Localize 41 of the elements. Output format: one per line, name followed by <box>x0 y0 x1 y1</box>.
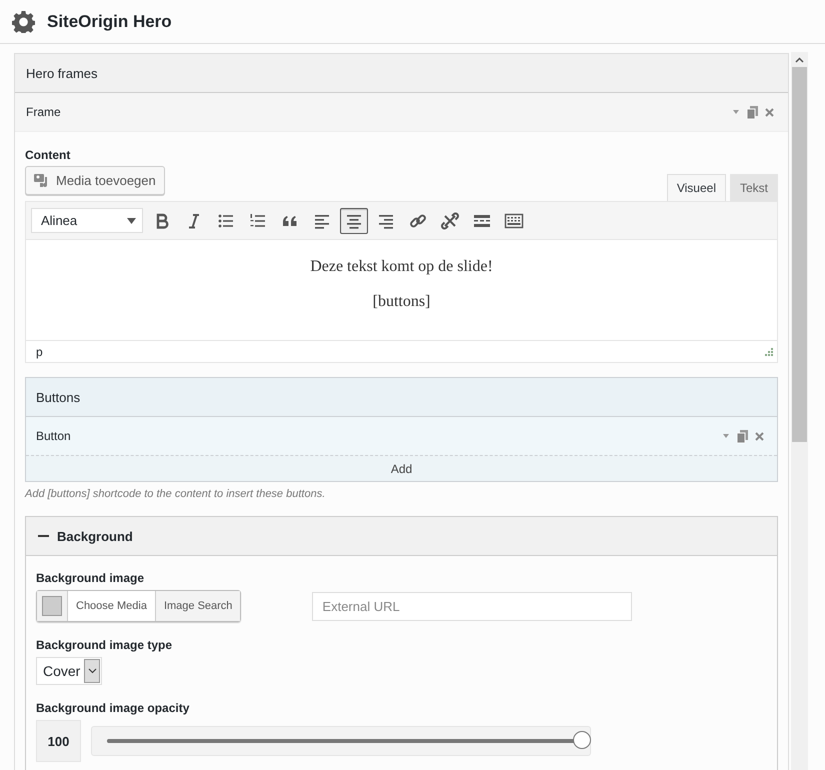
field-hint: Add [buttons] shortcode to the content to insert these buttons. <box>25 488 326 500</box>
opacity-value: 100 <box>36 720 81 762</box>
caret-icon[interactable] <box>732 109 740 115</box>
type-select[interactable]: Cover <box>36 657 102 685</box>
copy-icon[interactable] <box>747 106 758 118</box>
add-button[interactable]: Add <box>26 455 777 481</box>
window-title: SiteOrigin Hero <box>47 12 172 32</box>
field-label: Background image type <box>36 638 174 652</box>
section-title: Buttons <box>36 390 80 404</box>
caret-icon[interactable] <box>722 433 730 439</box>
caret-icon <box>127 218 136 224</box>
close-icon[interactable] <box>765 108 774 116</box>
repeater-item-title[interactable]: Button <box>36 429 71 443</box>
editor-paragraph: [buttons] <box>372 293 432 311</box>
repeater-item-title[interactable]: Frame <box>26 105 61 119</box>
field-label: Background image <box>36 571 146 585</box>
format-select[interactable]: Alinea <box>31 208 143 233</box>
resize-handle-icon[interactable] <box>765 348 773 356</box>
section-header[interactable]: Background <box>26 517 777 556</box>
editor-tab[interactable]: Tekst <box>730 174 778 201</box>
copy-icon[interactable] <box>737 430 748 442</box>
close-icon[interactable] <box>755 432 764 440</box>
field-label: Background image opacity <box>36 701 190 715</box>
scrollbar-thumb[interactable] <box>792 67 807 442</box>
section-title: Hero frames <box>26 66 98 80</box>
settings-icon <box>12 10 35 33</box>
align-center-icon[interactable] <box>340 208 368 234</box>
add-media-button[interactable]: Media toevoegen <box>25 166 165 195</box>
element-path: p <box>36 344 43 358</box>
collapse-icon[interactable] <box>38 534 49 538</box>
image-search-button[interactable]: Image Search <box>154 591 240 621</box>
choose-media-button[interactable]: Choose Media <box>68 591 155 621</box>
field-label: Content <box>25 148 72 162</box>
opacity-slider[interactable] <box>91 726 591 756</box>
slider-handle[interactable] <box>573 731 591 749</box>
image-placeholder-icon <box>42 596 62 616</box>
scroll-up-icon[interactable] <box>795 57 804 63</box>
editor-tab[interactable]: Visueel <box>666 174 726 201</box>
url-input[interactable]: External URL <box>312 592 632 620</box>
chevron-down-icon <box>88 668 96 674</box>
editor-paragraph: Deze tekst komt op de slide! <box>309 258 494 276</box>
